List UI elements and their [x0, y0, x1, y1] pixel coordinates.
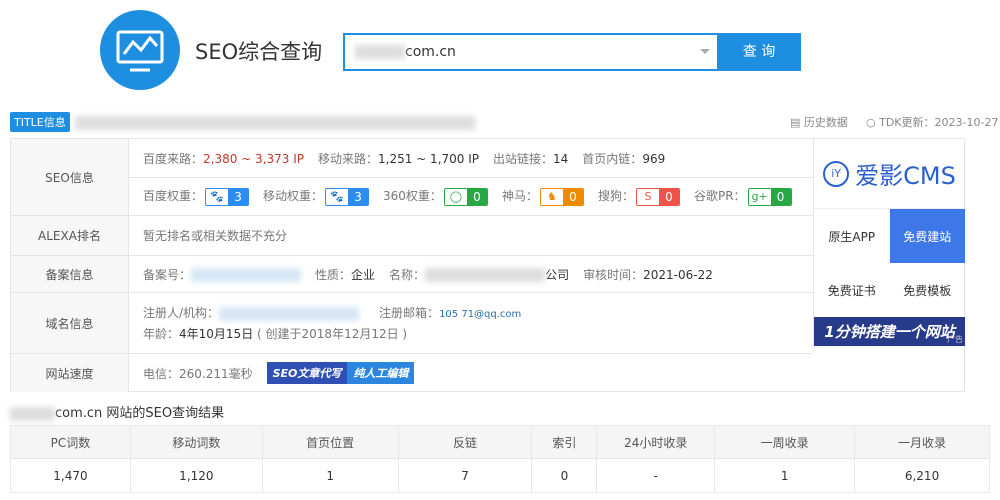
weight-item: 百度权重： 🐾 3: [143, 187, 250, 206]
weight-item: 360权重： ◯ 0: [383, 187, 488, 206]
title-badge: TITLE信息: [10, 112, 70, 132]
360-icon: ◯: [444, 188, 467, 205]
speed-label: 网站速度: [11, 354, 129, 392]
ad-panel[interactable]: iY 爱影CMS 原生APP 免费建站 免费证书 免费模板 1分钟搭建一个网站 广告: [813, 139, 965, 346]
paw-icon: 🐾: [206, 188, 229, 205]
weight-value: 0: [466, 188, 487, 205]
shenma-icon: ♞: [540, 188, 563, 205]
traffic-row: 百度来路：2,380 ~ 3,373 IP 移动来路：1,251 ~ 1,700…: [129, 139, 813, 178]
sogou-icon: S: [636, 188, 659, 205]
tdk-update: ○ TDK更新：2023-10-27: [866, 116, 999, 129]
weight-item: 搜狗： S 0: [598, 187, 680, 206]
ad-item[interactable]: 免费建站: [889, 209, 965, 263]
google-plus-icon: g+: [748, 188, 771, 205]
result-cell: 1: [261, 458, 399, 493]
weights-row: 百度权重： 🐾 3 移动权重： 🐾 3 360权重： ◯ 0 神马： ♞ 0 搜狗： S 0 谷歌PR： g+ 0: [129, 178, 813, 216]
seo-label: SEO信息: [11, 139, 129, 216]
search-value: com.cn: [405, 44, 456, 60]
results-table: PC词数 移动词数 首页位置 反链 索引 24小时收录 一周收录 一月收录 1,470 1,120…: [10, 425, 990, 493]
results-title: com.cn 网站的SEO查询结果: [10, 402, 224, 421]
alexa-label: ALEXA排名: [11, 216, 129, 256]
ad-banner[interactable]: 1分钟搭建一个网站 广告: [814, 317, 965, 346]
search-input[interactable]: com.cn: [343, 33, 718, 71]
chevron-down-icon[interactable]: [700, 49, 710, 59]
column-header: 一周收录: [714, 425, 856, 459]
weight-item: 移动权重： 🐾 3: [263, 187, 370, 206]
ad-item[interactable]: 免费模板: [890, 263, 966, 317]
seo-writing-banner[interactable]: SEO文章代写 纯人工编辑: [266, 362, 415, 384]
page-title: SEO综合查询: [195, 40, 323, 64]
email-link[interactable]: 105 71@qq.com: [439, 309, 521, 320]
weight-value: 0: [658, 188, 679, 205]
search-button[interactable]: 查 询: [717, 33, 801, 71]
result-cell: 7: [397, 458, 533, 493]
column-header: 移动词数: [129, 425, 263, 459]
brand-logo-icon: iY: [823, 160, 850, 187]
result-cell: 0: [531, 458, 598, 493]
icp-label: 备案信息: [11, 256, 129, 293]
weight-value: 0: [770, 188, 791, 205]
icp-row: 备案号： 性质：企业 名称： 公司 审核时间：2021-06-22: [129, 256, 813, 293]
alexa-row: 暂无排名或相关数据不充分: [129, 216, 813, 256]
result-cell: 1,470: [10, 458, 131, 493]
ad-item[interactable]: 原生APP: [814, 209, 890, 263]
ad-item[interactable]: 免费证书: [814, 263, 890, 317]
column-header: 首页位置: [261, 425, 399, 459]
column-header: 一月收录: [854, 425, 990, 459]
monitor-chart-icon: [116, 30, 164, 72]
title-blurred: [75, 116, 475, 130]
result-cell: 6,210: [854, 458, 990, 493]
paw-icon: 🐾: [326, 188, 349, 205]
logo: [100, 10, 180, 90]
column-header: PC词数: [10, 425, 131, 459]
column-header: 反链: [397, 425, 533, 459]
result-cell: 1,120: [129, 458, 263, 493]
weight-item: 神马： ♞ 0: [502, 187, 584, 206]
info-table: SEO信息 百度来路：2,380 ~ 3,373 IP 移动来路：1,251 ~…: [10, 138, 965, 392]
result-cell: 1: [714, 458, 856, 493]
weight-value: 3: [348, 188, 369, 205]
history-link[interactable]: ▤ 历史数据: [790, 114, 848, 130]
result-cell: -: [596, 458, 716, 493]
weight-value: 3: [228, 188, 249, 205]
column-header: 24小时收录: [596, 425, 716, 459]
weight-item: 谷歌PR： g+ 0: [694, 187, 792, 206]
domain-label: 域名信息: [11, 293, 129, 354]
ad-brand: iY 爱影CMS: [814, 139, 965, 209]
weight-value: 0: [562, 188, 583, 205]
speed-row: 电信：260.211毫秒 SEO文章代写 纯人工编辑: [129, 354, 813, 392]
column-header: 索引: [531, 425, 598, 459]
domain-row: 注册人/机构： 注册邮箱：105 71@qq.com 年龄：4年10月15日 ( …: [129, 293, 813, 354]
